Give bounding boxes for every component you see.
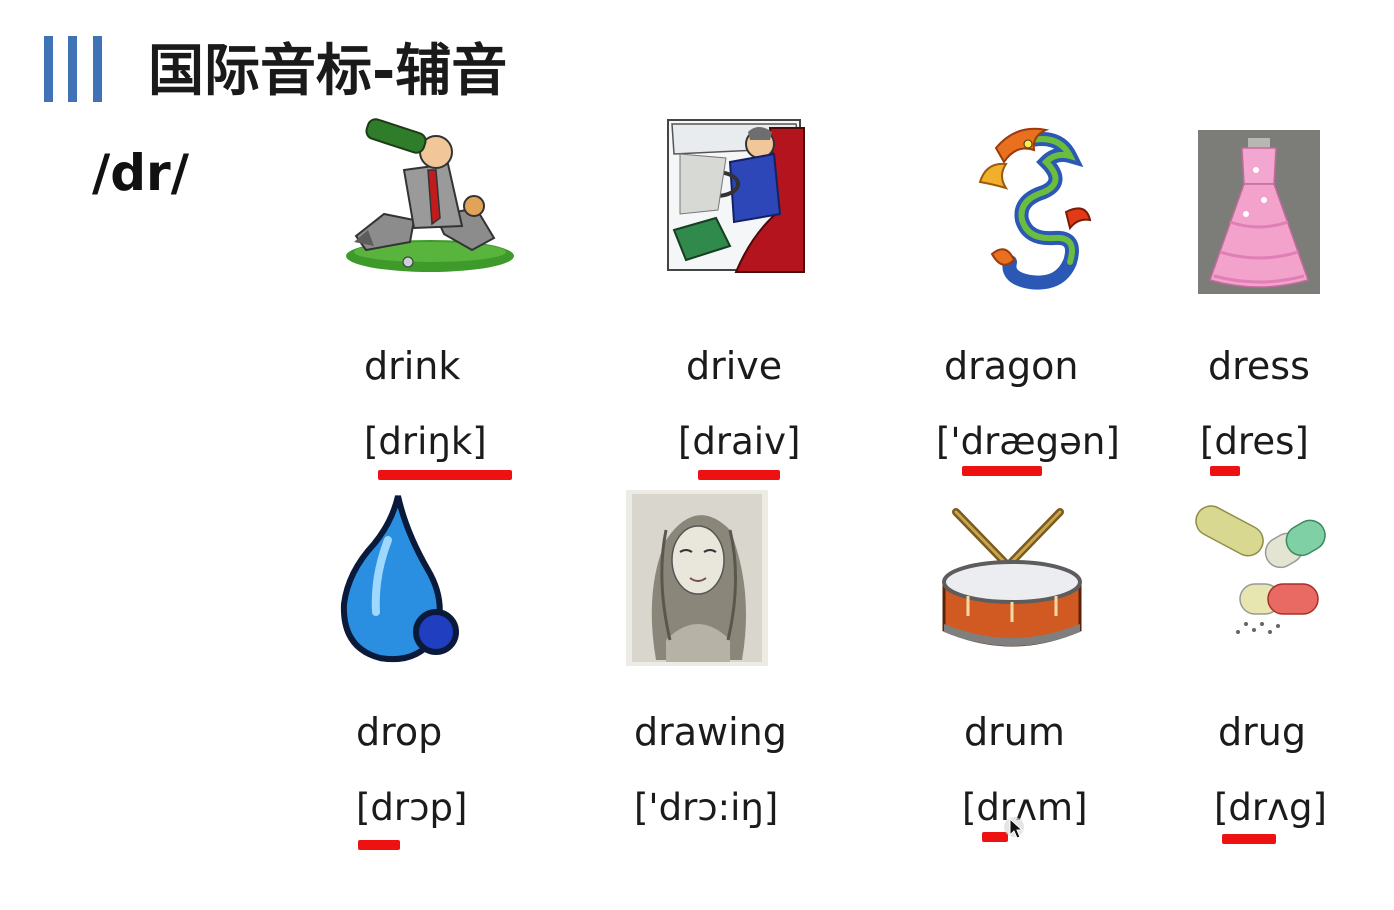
ipa-transcription: [drʌg] [1214,786,1327,829]
portrait-drawing-image [626,490,768,666]
word-label: drawing [634,710,787,754]
ipa-transcription: ['drægən] [936,420,1120,463]
underline-mark [1222,834,1276,844]
word-label: drug [1218,710,1306,754]
marker-bar [44,36,53,102]
underline-mark [962,466,1042,476]
word-label: drive [686,344,783,388]
underline-mark [378,470,512,480]
ipa-transcription: [draiv] [678,420,801,463]
marker-bar [93,36,102,102]
ipa-transcription: [dres] [1200,420,1309,463]
underline-mark [698,470,780,480]
dress-image [1198,130,1320,294]
phoneme-label: /dr/ [92,144,189,202]
word-label: drum [964,710,1065,754]
dragon-image [978,127,1092,290]
pills-image [1195,505,1326,634]
word-label: dragon [944,344,1079,388]
word-label: drop [356,710,443,754]
ipa-transcription: ['drɔ:iŋ] [634,786,779,829]
drum-image [942,508,1082,647]
mouse-cursor-icon [1004,817,1024,839]
underline-mark [358,840,400,850]
underline-mark [1210,466,1240,476]
water-drop-image [340,495,459,663]
drinking-man-image [346,118,514,272]
word-label: dress [1208,344,1310,388]
ipa-transcription: [driŋk] [364,420,487,463]
word-label: drink [364,344,461,388]
section-marker-icon [44,36,106,102]
ipa-transcription: [drɔp] [356,786,468,829]
marker-bar [68,36,77,102]
driving-car-image [667,119,805,273]
page-title: 国际音标-辅音 [148,39,508,104]
